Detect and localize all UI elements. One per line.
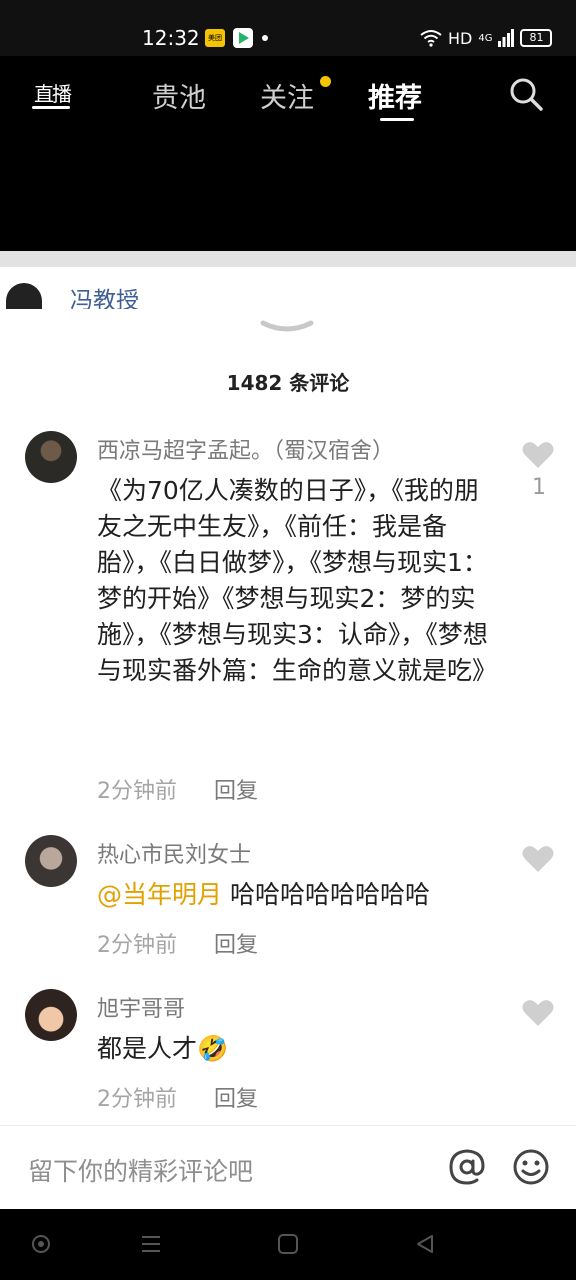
battery-level: 81 bbox=[520, 29, 553, 47]
menu-icon[interactable] bbox=[140, 1233, 162, 1255]
avatar[interactable] bbox=[25, 835, 77, 887]
comment-input[interactable]: 留下你的精彩评论吧 bbox=[28, 1152, 253, 1188]
reply-button[interactable]: 回复 bbox=[214, 933, 258, 958]
comment-username[interactable]: 西凉马超字孟起。（蜀汉宿舍） bbox=[97, 433, 394, 465]
active-tab-indicator bbox=[380, 118, 414, 121]
divider bbox=[0, 251, 576, 267]
live-label: 直播 bbox=[34, 82, 72, 106]
tab-follow[interactable]: 关注 bbox=[260, 76, 314, 115]
top-navigation: 直播 贵池 关注 推荐 bbox=[0, 56, 576, 251]
comment-time: 2分钟前 bbox=[97, 779, 177, 804]
comment-text: 都是人才🤣 bbox=[97, 1031, 492, 1067]
comment-text: @当年明月 哈哈哈哈哈哈哈哈 bbox=[97, 877, 517, 913]
status-bar: 12:32 美团 HD 4G 81 bbox=[0, 0, 576, 56]
comment-text: 《为70亿人凑数的日子》，《我的朋友之无中生友》，《前任：我是备胎》，《白日做梦… bbox=[97, 476, 498, 685]
heart-icon[interactable] bbox=[522, 845, 554, 873]
system-navigation-bar bbox=[0, 1209, 576, 1280]
avatar[interactable] bbox=[25, 989, 77, 1041]
comment-time: 2分钟前 bbox=[97, 933, 177, 958]
mention-link[interactable]: @当年明月 bbox=[97, 880, 222, 909]
comment-text-body: 都是人才 bbox=[97, 1034, 198, 1063]
comment-meta: 2分钟前 回复 bbox=[97, 927, 258, 959]
home-icon[interactable] bbox=[277, 1233, 299, 1255]
network-4g-label: 4G bbox=[478, 32, 493, 44]
collapse-sheet-icon[interactable] bbox=[259, 319, 315, 335]
network-hd-label: HD bbox=[448, 28, 473, 48]
meituan-app-icon: 美团 bbox=[205, 29, 225, 47]
author-avatar[interactable] bbox=[6, 283, 42, 309]
comment-input-bar: 留下你的精彩评论吧 bbox=[0, 1125, 576, 1210]
reply-button[interactable]: 回复 bbox=[214, 779, 258, 804]
avatar[interactable] bbox=[25, 431, 77, 483]
search-icon[interactable] bbox=[508, 76, 544, 112]
status-time: 12:32 bbox=[142, 26, 200, 50]
follow-new-dot bbox=[320, 76, 331, 87]
emoji-icon[interactable] bbox=[512, 1148, 550, 1186]
comment-username[interactable]: 热心市民刘女士 bbox=[97, 837, 251, 869]
at-mention-icon[interactable] bbox=[448, 1148, 486, 1186]
comment-meta: 2分钟前 回复 bbox=[97, 1081, 258, 1113]
comment-count: 1482 条评论 bbox=[226, 371, 350, 395]
tab-recommend[interactable]: 推荐 bbox=[368, 76, 422, 115]
comment-text-body: 哈哈哈哈哈哈哈哈 bbox=[222, 880, 430, 909]
status-indicators: HD 4G 81 bbox=[420, 26, 553, 50]
signal-icon bbox=[498, 29, 515, 47]
notification-dot-icon bbox=[262, 35, 268, 41]
tab-guichi[interactable]: 贵池 bbox=[152, 76, 206, 115]
heart-icon[interactable] bbox=[522, 999, 554, 1027]
rofl-emoji-icon: 🤣 bbox=[197, 1034, 229, 1063]
wifi-icon bbox=[420, 30, 442, 47]
assistant-circle-icon[interactable] bbox=[30, 1233, 52, 1255]
comments-sheet: 1482 条评论 西凉马超字孟起。（蜀汉宿舍） 《为70亿人凑数的日子》，《我的… bbox=[0, 309, 576, 1209]
heart-icon[interactable] bbox=[522, 441, 554, 469]
back-icon[interactable] bbox=[414, 1233, 436, 1255]
reply-button[interactable]: 回复 bbox=[214, 1087, 258, 1112]
comment-time: 2分钟前 bbox=[97, 1087, 177, 1112]
like-count: 1 bbox=[532, 475, 546, 500]
author-strip: 冯教授 bbox=[0, 267, 576, 314]
live-button[interactable]: 直播 bbox=[32, 76, 72, 110]
video-app-icon bbox=[233, 28, 253, 48]
comment-username[interactable]: 旭宇哥哥 bbox=[97, 991, 185, 1023]
comment-meta: 2分钟前 回复 bbox=[97, 773, 258, 805]
